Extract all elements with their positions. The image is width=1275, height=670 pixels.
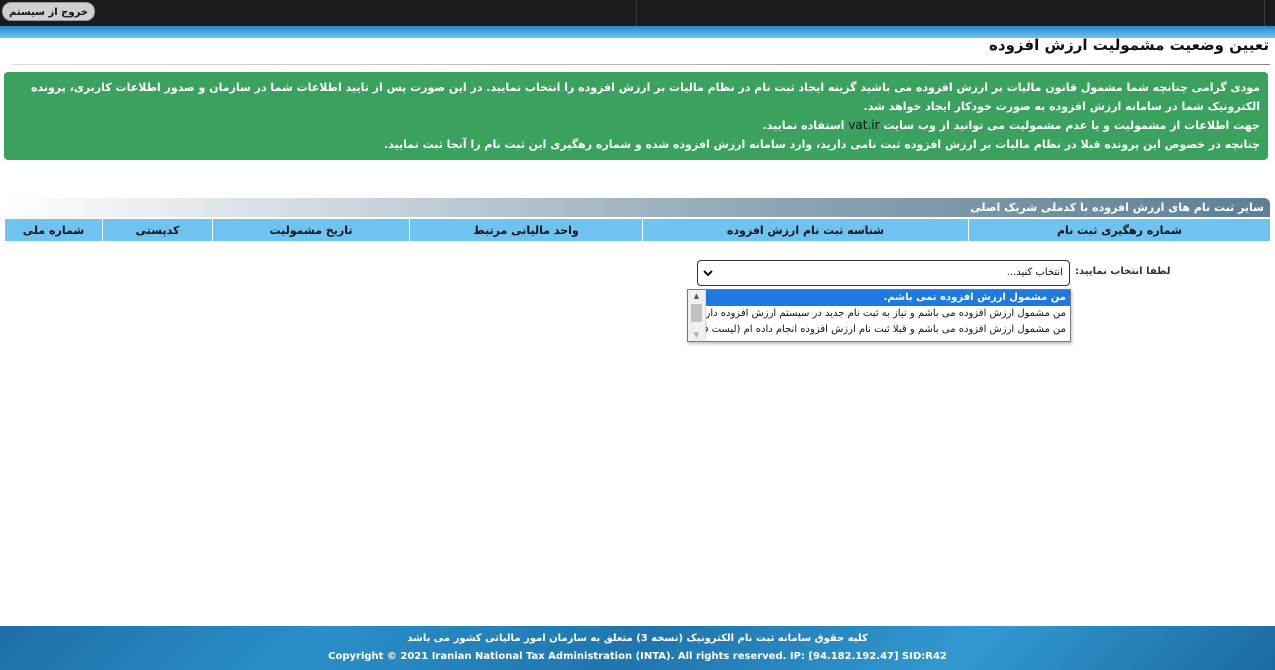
footer: کلیه حقوق سامانه ثبت نام الکترونیک (نسخه… [0, 626, 1275, 670]
notice-line-3: چنانچه در خصوص این پرونده قبلا در نظام م… [383, 138, 1260, 151]
col-tax-unit: واحد مالیاتی مرتبط [409, 218, 643, 242]
notice-line-2-before: جهت اطلاعات از مشمولیت و یا عدم مشمولیت … [883, 119, 1260, 132]
vat-site-link[interactable]: vat.ir [848, 118, 879, 132]
scroll-thumb[interactable] [691, 304, 702, 322]
info-notice: مودی گرامی چنانچه شما مشمول قانون مالیات… [4, 72, 1268, 160]
topbar-divider [636, 0, 637, 26]
select-value: انتخاب کنید... [1006, 267, 1063, 278]
col-national-id: شماره ملی [4, 218, 103, 242]
col-tracking-number: شماره رهگیری ثبت نام [968, 218, 1271, 242]
section-header: سایر ثبت نام های ارزش افزوده با کدملی شر… [4, 198, 1270, 217]
col-liability-date: تاریخ مشمولیت [212, 218, 410, 242]
option-not-liable[interactable]: من مشمول ارزش افزوده نمی باشم. [706, 290, 1070, 306]
select-dropdown-list: ▲ ▼ من مشمول ارزش افزوده نمی باشم. من مش… [687, 289, 1071, 342]
scroll-up-icon[interactable]: ▲ [688, 290, 705, 302]
col-vat-registration-id: شناسه ثبت نام ارزش افزوده [642, 218, 969, 242]
chevron-down-icon [703, 270, 713, 277]
footer-rights: کلیه حقوق سامانه ثبت نام الکترونیک (نسخه… [407, 633, 868, 644]
registrations-table: شماره رهگیری ثبت نام شناسه ثبت نام ارزش … [4, 218, 1271, 242]
notice-line-2: جهت اطلاعات از مشمولیت و یا عدم مشمولیت … [12, 116, 1260, 135]
top-bar: خروج از سیستم [0, 0, 1275, 26]
option-liable-already-registered[interactable]: من مشمول ارزش افزوده می باشم و قبلا ثبت … [706, 322, 1070, 338]
title-divider [12, 64, 1270, 65]
notice-line-1: مودی گرامی چنانچه شما مشمول قانون مالیات… [30, 81, 1260, 113]
select-label: لطفا انتخاب نمایید: [1075, 266, 1171, 277]
notice-line-2-after: استفاده نمایید. [762, 119, 845, 132]
liability-select[interactable]: انتخاب کنید... [697, 260, 1070, 286]
option-liable-new-registration[interactable]: من مشمول ارزش افزوده می باشم و نیاز به ث… [706, 306, 1070, 322]
logout-button[interactable]: خروج از سیستم [2, 2, 96, 21]
scroll-down-icon[interactable]: ▼ [688, 329, 705, 341]
footer-copyright: Copyright © 2021 Iranian National Tax Ad… [328, 651, 947, 662]
topbar-divider [1264, 0, 1265, 26]
col-postal-code: کدپستی [102, 218, 213, 242]
page-title: تعیین وضعیت مشمولیت ارزش افزوده [989, 36, 1269, 54]
table-header-row: شماره رهگیری ثبت نام شناسه ثبت نام ارزش … [4, 218, 1271, 242]
dropdown-scrollbar[interactable]: ▲ ▼ [688, 290, 706, 341]
